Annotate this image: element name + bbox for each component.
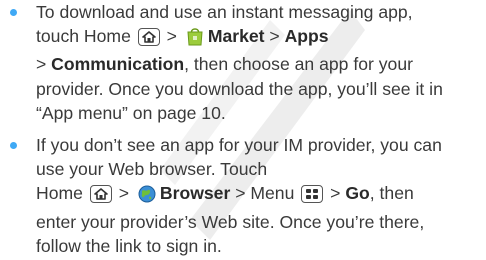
text-line: follow the link to sign in. xyxy=(36,235,222,256)
home-icon xyxy=(137,28,160,47)
text-line: enter your provider’s Web site. Once you… xyxy=(36,211,425,232)
menu-grid-icon xyxy=(301,185,324,204)
communication-label: Communication xyxy=(51,54,185,75)
text-fragment: , then choose an app for your xyxy=(184,54,413,75)
browser-label: Browser xyxy=(159,183,231,204)
text-line: provider. Once you download the app, you… xyxy=(36,78,443,99)
text-line: Home > Browser > Menu > Go, then xyxy=(36,181,480,209)
separator: > xyxy=(166,26,177,47)
bullet-dot xyxy=(10,142,17,150)
separator: > xyxy=(118,183,129,204)
separator: > xyxy=(330,183,341,204)
separator: > Menu xyxy=(235,183,295,204)
apps-label: Apps xyxy=(284,26,329,47)
separator: > xyxy=(36,54,47,75)
text-fragment: , then xyxy=(369,183,414,204)
text-fragment: Home xyxy=(36,183,83,204)
text-line: If you don’t see an app for your IM prov… xyxy=(36,135,442,156)
go-label: Go xyxy=(345,183,370,204)
market-label: Market xyxy=(207,26,265,47)
separator: > xyxy=(269,26,280,47)
market-bag-icon xyxy=(186,26,204,52)
instructions-list: To download and use an instant messaging… xyxy=(0,0,486,258)
list-item: To download and use an instant messaging… xyxy=(0,0,486,125)
list-item: If you don’t see an app for your IM prov… xyxy=(0,133,486,258)
bullet-dot xyxy=(10,9,17,16)
text-line: “App menu” on page 10. xyxy=(36,102,226,123)
text-fragment: touch Home xyxy=(36,26,131,47)
globe-icon xyxy=(138,185,156,209)
text-line: touch Home > Market > Apps xyxy=(36,24,480,52)
text-line: use your Web browser. Touch xyxy=(36,159,268,180)
home-icon xyxy=(89,185,112,204)
text-line: To download and use an instant messaging… xyxy=(36,2,413,22)
text-line: > Communication, then choose an app for … xyxy=(36,52,480,76)
